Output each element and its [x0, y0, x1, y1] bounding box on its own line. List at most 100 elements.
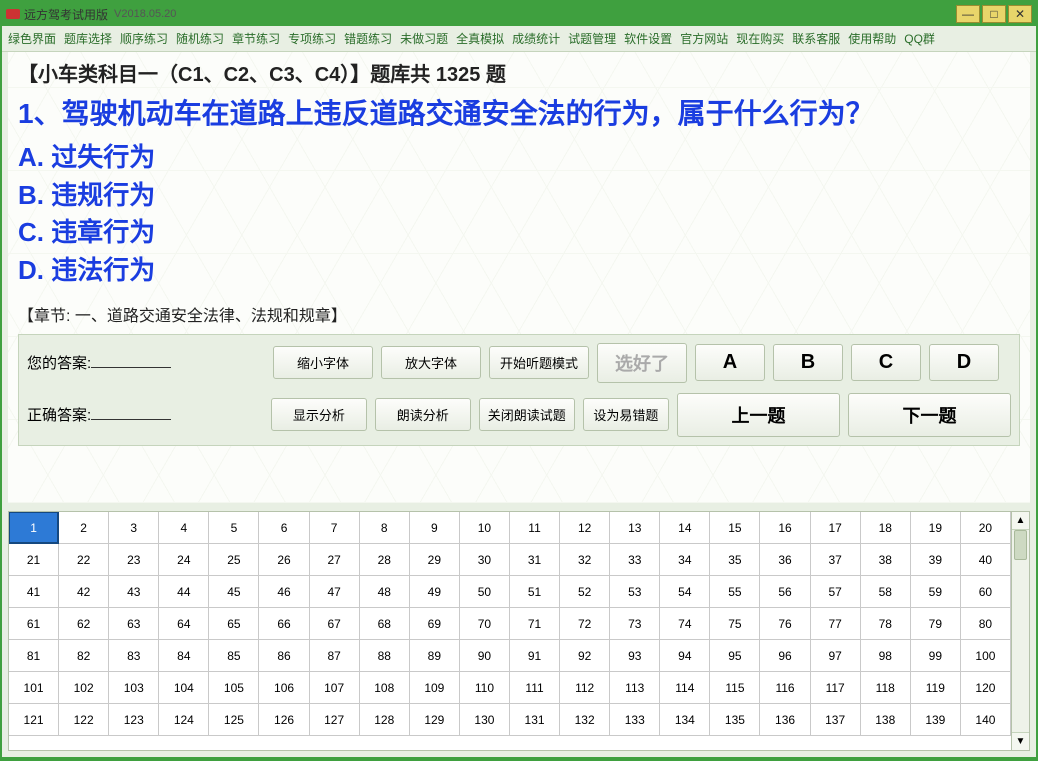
question-cell[interactable]: 106 [258, 671, 309, 704]
question-cell[interactable]: 9 [409, 512, 460, 544]
question-cell[interactable]: 121 [9, 703, 59, 736]
close-button[interactable]: ✕ [1008, 5, 1032, 23]
question-cell[interactable]: 124 [158, 703, 209, 736]
question-cell[interactable]: 22 [58, 543, 109, 576]
menu-item[interactable]: 现在购买 [736, 30, 784, 47]
question-cell[interactable]: 110 [459, 671, 510, 704]
question-cell[interactable]: 44 [158, 575, 209, 608]
question-cell[interactable]: 29 [409, 543, 460, 576]
question-cell[interactable]: 137 [810, 703, 861, 736]
menu-item[interactable]: 成绩统计 [512, 30, 560, 47]
question-cell[interactable]: 128 [359, 703, 410, 736]
question-cell[interactable]: 37 [810, 543, 861, 576]
scroll-thumb[interactable] [1014, 530, 1027, 560]
question-cell[interactable]: 8 [359, 512, 410, 544]
stop-read-button[interactable]: 关闭朗读试题 [479, 398, 575, 431]
question-cell[interactable]: 71 [509, 607, 560, 640]
question-cell[interactable]: 122 [58, 703, 109, 736]
question-cell[interactable]: 38 [860, 543, 911, 576]
question-cell[interactable]: 4 [158, 512, 209, 544]
question-cell[interactable]: 134 [659, 703, 710, 736]
question-cell[interactable]: 94 [659, 639, 710, 672]
answer-a-button[interactable]: A [695, 344, 765, 381]
question-cell[interactable]: 66 [258, 607, 309, 640]
question-cell[interactable]: 50 [459, 575, 510, 608]
answer-d-button[interactable]: D [929, 344, 999, 381]
next-question-button[interactable]: 下一题 [848, 393, 1011, 437]
question-cell[interactable]: 109 [409, 671, 460, 704]
question-cell[interactable]: 114 [659, 671, 710, 704]
question-cell[interactable]: 116 [759, 671, 810, 704]
question-cell[interactable]: 26 [258, 543, 309, 576]
question-cell[interactable]: 86 [258, 639, 309, 672]
question-cell[interactable]: 129 [409, 703, 460, 736]
enlarge-font-button[interactable]: 放大字体 [381, 346, 481, 379]
question-cell[interactable]: 24 [158, 543, 209, 576]
question-cell[interactable]: 136 [759, 703, 810, 736]
question-cell[interactable]: 43 [108, 575, 159, 608]
question-cell[interactable]: 17 [810, 512, 861, 544]
question-cell[interactable]: 60 [960, 575, 1011, 608]
question-cell[interactable]: 14 [659, 512, 710, 544]
question-cell[interactable]: 1 [9, 512, 59, 544]
question-cell[interactable]: 31 [509, 543, 560, 576]
question-cell[interactable]: 113 [609, 671, 660, 704]
question-cell[interactable]: 10 [459, 512, 510, 544]
question-cell[interactable]: 96 [759, 639, 810, 672]
question-cell[interactable]: 81 [9, 639, 59, 672]
question-cell[interactable]: 41 [9, 575, 59, 608]
question-cell[interactable]: 2 [58, 512, 109, 544]
menu-item[interactable]: 题库选择 [64, 30, 112, 47]
question-cell[interactable]: 93 [609, 639, 660, 672]
question-cell[interactable]: 82 [58, 639, 109, 672]
question-cell[interactable]: 3 [108, 512, 159, 544]
question-cell[interactable]: 101 [9, 671, 59, 704]
question-cell[interactable]: 11 [509, 512, 560, 544]
menu-item[interactable]: 专项练习 [288, 30, 336, 47]
question-cell[interactable]: 64 [158, 607, 209, 640]
question-cell[interactable]: 49 [409, 575, 460, 608]
menu-item[interactable]: 联系客服 [792, 30, 840, 47]
scroll-track[interactable] [1012, 530, 1029, 732]
question-cell[interactable]: 69 [409, 607, 460, 640]
question-cell[interactable]: 39 [910, 543, 961, 576]
question-cell[interactable]: 30 [459, 543, 510, 576]
question-cell[interactable]: 75 [709, 607, 760, 640]
question-cell[interactable]: 126 [258, 703, 309, 736]
show-analysis-button[interactable]: 显示分析 [271, 398, 367, 431]
question-cell[interactable]: 35 [709, 543, 760, 576]
question-cell[interactable]: 65 [208, 607, 259, 640]
question-cell[interactable]: 72 [559, 607, 610, 640]
question-cell[interactable]: 123 [108, 703, 159, 736]
question-cell[interactable]: 45 [208, 575, 259, 608]
question-cell[interactable]: 52 [559, 575, 610, 608]
question-cell[interactable]: 107 [309, 671, 360, 704]
question-cell[interactable]: 67 [309, 607, 360, 640]
question-cell[interactable]: 139 [910, 703, 961, 736]
question-cell[interactable]: 76 [759, 607, 810, 640]
question-cell[interactable]: 127 [309, 703, 360, 736]
question-cell[interactable]: 54 [659, 575, 710, 608]
question-cell[interactable]: 97 [810, 639, 861, 672]
menu-item[interactable]: 顺序练习 [120, 30, 168, 47]
question-cell[interactable]: 19 [910, 512, 961, 544]
question-cell[interactable]: 12 [559, 512, 610, 544]
question-cell[interactable]: 32 [559, 543, 610, 576]
prev-question-button[interactable]: 上一题 [677, 393, 840, 437]
question-cell[interactable]: 89 [409, 639, 460, 672]
question-cell[interactable]: 73 [609, 607, 660, 640]
question-cell[interactable]: 102 [58, 671, 109, 704]
question-cell[interactable]: 15 [709, 512, 760, 544]
grid-scrollbar[interactable]: ▲ ▼ [1011, 512, 1029, 750]
question-cell[interactable]: 42 [58, 575, 109, 608]
question-cell[interactable]: 115 [709, 671, 760, 704]
scroll-down-button[interactable]: ▼ [1012, 732, 1029, 750]
chosen-button[interactable]: 选好了 [597, 343, 687, 383]
question-cell[interactable]: 6 [258, 512, 309, 544]
question-cell[interactable]: 59 [910, 575, 961, 608]
shrink-font-button[interactable]: 缩小字体 [273, 346, 373, 379]
question-cell[interactable]: 55 [709, 575, 760, 608]
question-cell[interactable]: 95 [709, 639, 760, 672]
question-cell[interactable]: 78 [860, 607, 911, 640]
question-cell[interactable]: 120 [960, 671, 1011, 704]
